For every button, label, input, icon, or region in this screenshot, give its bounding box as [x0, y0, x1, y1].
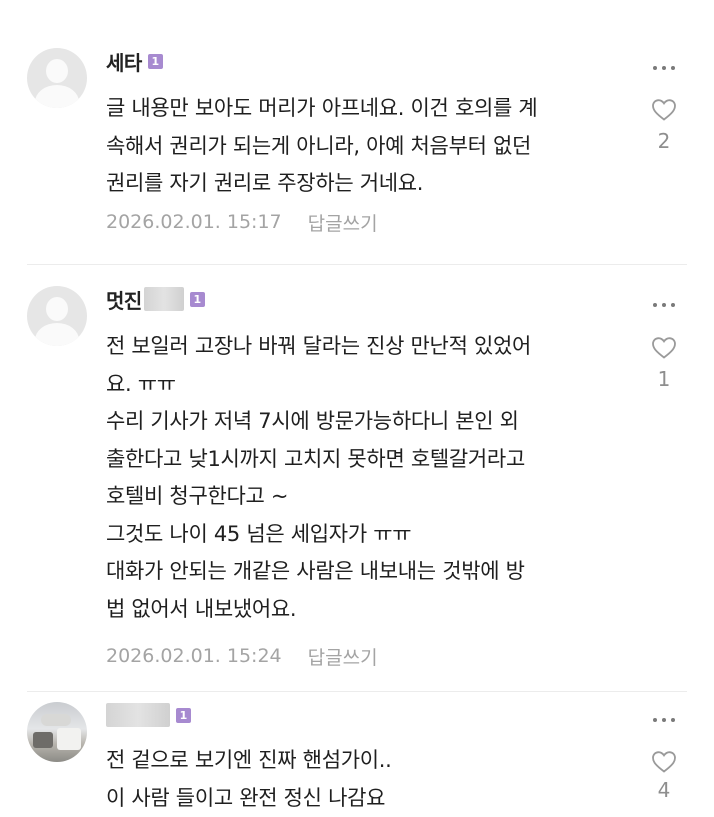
- reply-button[interactable]: 답글쓰기: [308, 643, 378, 670]
- more-options-icon[interactable]: [648, 294, 680, 316]
- comment-author-name[interactable]: 멋진: [106, 285, 142, 314]
- comment-divider: [27, 691, 687, 692]
- more-options-icon[interactable]: [648, 709, 680, 731]
- comment-text-line: 이 사람 들이고 완전 정신 나감요: [106, 780, 626, 817]
- redacted-name-blur: [144, 287, 184, 311]
- like-count: 1: [648, 367, 680, 391]
- comment-text-line: 대화가 안되는 개같은 사람은 내보내는 것밖에 방: [106, 553, 626, 591]
- like-button[interactable]: 2: [648, 98, 680, 153]
- more-options-icon[interactable]: [648, 57, 680, 79]
- comment-divider: [27, 264, 687, 265]
- redacted-name-blur: [106, 703, 170, 727]
- default-profile-icon[interactable]: [27, 48, 87, 108]
- comment-text: 글 내용만 보아도 머리가 아프네요. 이건 호의를 계 속해서 권리가 되는게…: [106, 90, 626, 203]
- comment-text-line: 법 없어서 내보냈어요.: [106, 591, 626, 629]
- member-level-badge: 1: [190, 292, 205, 307]
- comment-text-line: 글 내용만 보아도 머리가 아프네요. 이건 호의를 계: [106, 90, 626, 128]
- like-count: 4: [648, 778, 680, 802]
- comment-timestamp: 2026.02.01. 15:24: [106, 645, 282, 667]
- like-button[interactable]: 1: [648, 336, 680, 391]
- comment-text-line: 그것도 나이 45 넘은 세입자가 ㅠㅠ: [106, 516, 626, 554]
- comment-meta: 2026.02.01. 15:24 답글쓰기: [106, 642, 378, 670]
- comment-author-row: 멋진 1: [106, 284, 205, 314]
- photo-profile-icon[interactable]: [27, 702, 87, 762]
- comment-text-line: 권리를 자기 권리로 주장하는 거네요.: [106, 165, 626, 203]
- heart-icon[interactable]: [651, 336, 677, 360]
- comment-author-row: 1: [106, 700, 191, 730]
- heart-icon[interactable]: [651, 750, 677, 774]
- member-level-badge: 1: [148, 54, 163, 69]
- comment-text: 전 보일러 고장나 바꿔 달라는 진상 만난적 있었어 요. ㅠㅠ 수리 기사가…: [106, 328, 626, 628]
- comment-text-line: 속해서 권리가 되는게 아니라, 아예 처음부터 없던: [106, 128, 626, 166]
- comment-text: 전 겉으로 보기엔 진짜 핸섬가이.. 이 사람 들이고 완전 정신 나감요: [106, 742, 626, 817]
- comment-text-line: 전 겉으로 보기엔 진짜 핸섬가이..: [106, 742, 626, 780]
- comment-meta: 2026.02.01. 15:17 답글쓰기: [106, 208, 378, 236]
- default-profile-icon[interactable]: [27, 286, 87, 346]
- comment-timestamp: 2026.02.01. 15:17: [106, 211, 282, 233]
- like-count: 2: [648, 129, 680, 153]
- comment-text-line: 출한다고 낮1시까지 고치지 못하면 호텔갈거라고: [106, 441, 626, 479]
- like-button[interactable]: 4: [648, 750, 680, 802]
- heart-icon[interactable]: [651, 98, 677, 122]
- comment-author-row: 세타 1: [106, 46, 163, 76]
- reply-button[interactable]: 답글쓰기: [308, 209, 378, 236]
- comment-text-line: 호텔비 청구한다고 ~: [106, 478, 626, 516]
- comment-text-line: 요. ㅠㅠ: [106, 366, 626, 404]
- comment-author-name[interactable]: 세타: [106, 47, 142, 76]
- comment-text-line: 전 보일러 고장나 바꿔 달라는 진상 만난적 있었어: [106, 328, 626, 366]
- member-level-badge: 1: [176, 708, 191, 723]
- comment-text-line: 수리 기사가 저녁 7시에 방문가능하다니 본인 외: [106, 403, 626, 441]
